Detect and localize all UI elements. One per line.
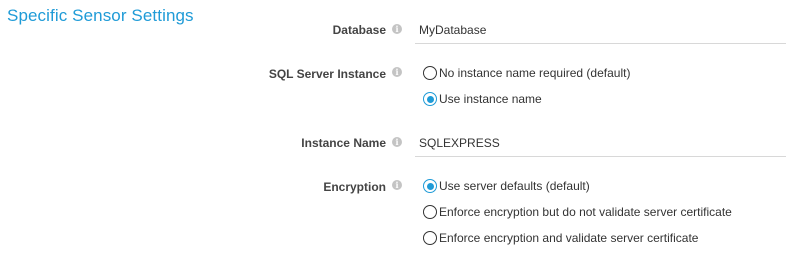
info-icon[interactable]: i — [392, 24, 402, 34]
sql-instance-row: SQL Server Instance i No instance name r… — [0, 66, 786, 116]
encryption-row: Encryption i Use server defaults (defaul… — [0, 179, 786, 249]
instance-name-label: Instance Name — [301, 136, 386, 150]
radio-no-instance-name[interactable]: No instance name required (default) — [423, 65, 630, 81]
radio-use-server-defaults[interactable]: Use server defaults (default) — [423, 178, 590, 194]
radio-label: No instance name required (default) — [439, 66, 631, 80]
instance-name-row: Instance Name i SQLEXPRESS — [0, 135, 786, 157]
sql-instance-label: SQL Server Instance — [268, 67, 386, 81]
database-row: Database i MyDatabase — [0, 22, 786, 44]
radio-button[interactable] — [423, 231, 437, 245]
radio-button[interactable] — [423, 205, 437, 219]
radio-button-selected[interactable] — [423, 92, 437, 106]
database-input-underline — [415, 43, 786, 44]
instance-name-input-underline — [415, 156, 786, 157]
encryption-label: Encryption — [323, 180, 386, 194]
info-icon[interactable]: i — [392, 67, 402, 77]
radio-label: Use instance name — [439, 92, 542, 106]
radio-button[interactable] — [423, 66, 437, 80]
radio-enforce-validate[interactable]: Enforce encryption and validate server c… — [423, 230, 698, 246]
info-icon[interactable]: i — [392, 137, 402, 147]
radio-label: Use server defaults (default) — [439, 179, 590, 193]
database-input[interactable]: MyDatabase — [419, 23, 486, 37]
info-icon[interactable]: i — [392, 180, 402, 190]
radio-label: Enforce encryption and validate server c… — [439, 231, 699, 245]
database-label: Database — [332, 23, 386, 37]
radio-label: Enforce encryption but do not validate s… — [439, 205, 732, 219]
radio-use-instance-name[interactable]: Use instance name — [423, 91, 542, 107]
instance-name-input[interactable]: SQLEXPRESS — [419, 136, 500, 150]
radio-enforce-no-validate[interactable]: Enforce encryption but do not validate s… — [423, 204, 732, 220]
radio-button-selected[interactable] — [423, 179, 437, 193]
